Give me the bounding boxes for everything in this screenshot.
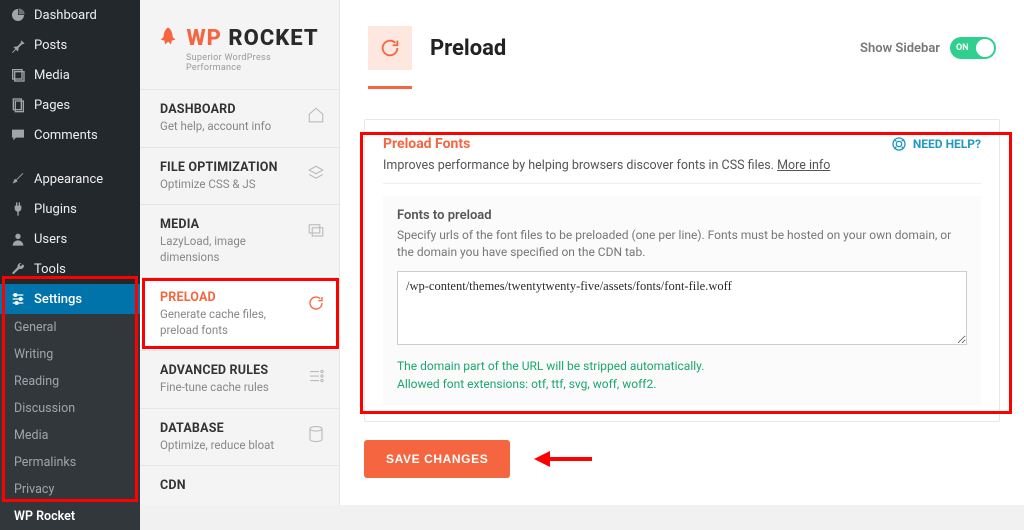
preload-fonts-card: Preload Fonts NEED HELP? Improves perfor… (364, 119, 1000, 422)
brush-icon (10, 171, 26, 187)
sub-title: Fonts to preload (397, 208, 967, 223)
options-icon (307, 367, 325, 385)
rnav-title: MEDIA (160, 217, 323, 232)
wrench-icon (10, 261, 26, 277)
rnav-file-optimization[interactable]: FILE OPTIMIZATION Optimize CSS & JS (140, 147, 339, 205)
more-info-link[interactable]: More info (777, 158, 830, 173)
rnav-cdn[interactable]: CDN (140, 465, 339, 497)
sidebar-label: Dashboard (34, 8, 97, 23)
sidebar-label: Posts (34, 38, 67, 53)
user-icon (10, 231, 26, 247)
fonts-to-preload-textarea[interactable] (397, 271, 967, 345)
pin-icon (10, 37, 26, 53)
rnav-title: DASHBOARD (160, 102, 323, 117)
sidebar-item-settings[interactable]: Settings (0, 284, 140, 314)
rnav-dashboard[interactable]: DASHBOARD Get help, account info (140, 89, 339, 147)
active-tab-underline-icon (368, 86, 412, 89)
rnav-desc: Fine-tune cache rules (160, 380, 300, 396)
show-sidebar-toggle[interactable]: ON (950, 37, 996, 59)
rnav-title: FILE OPTIMIZATION (160, 160, 323, 175)
logo-tagline: Superior WordPress Performance (186, 53, 321, 73)
page-icon (10, 97, 26, 113)
sidebar-label: Appearance (34, 172, 103, 187)
toggle-on-label: ON (956, 43, 969, 53)
rnav-media[interactable]: MEDIA LazyLoad, image dimensions (140, 204, 339, 277)
sub-media[interactable]: Media (0, 422, 140, 449)
sidebar-label: Tools (34, 262, 66, 277)
rnav-title: PRELOAD (160, 290, 323, 305)
intro-text: Improves performance by helping browsers… (383, 158, 777, 173)
media-icon (10, 67, 26, 83)
preload-icon (368, 26, 412, 70)
sidebar-item-plugins[interactable]: Plugins (0, 194, 140, 224)
rnav-desc: Get help, account info (160, 119, 300, 135)
rnav-desc: Generate cache files, preload fonts (160, 307, 300, 338)
sidebar-label: Comments (34, 128, 98, 143)
logo-wp: WP (186, 26, 221, 51)
wp-rocket-logo: WP ROCKET Superior WordPress Performance (140, 0, 339, 89)
page-header: Preload Show Sidebar ON (340, 0, 1024, 80)
sidebar-item-users[interactable]: Users (0, 224, 140, 254)
rnav-database[interactable]: DATABASE Optimize, reduce bloat (140, 408, 339, 466)
sub-permalinks[interactable]: Permalinks (0, 449, 140, 476)
settings-submenu: General Writing Reading Discussion Media… (0, 314, 140, 530)
sub-writing[interactable]: Writing (0, 341, 140, 368)
sub-general[interactable]: General (0, 314, 140, 341)
rnav-title: DATABASE (160, 421, 323, 436)
rnav-preload[interactable]: PRELOAD Generate cache files, preload fo… (140, 277, 339, 350)
sidebar-item-posts[interactable]: Posts (0, 30, 140, 60)
sidebar-label: Media (34, 68, 70, 83)
dashboard-icon (10, 7, 26, 23)
logo-rocket: ROCKET (228, 26, 318, 51)
sidebar-label: Plugins (34, 202, 77, 217)
database-icon (307, 425, 325, 443)
sidebar-item-dashboard[interactable]: Dashboard (0, 0, 140, 30)
sidebar-item-comments[interactable]: Comments (0, 120, 140, 150)
fonts-to-preload-group: Fonts to preload Specify urls of the fon… (383, 196, 981, 405)
toggle-knob-icon (976, 39, 994, 57)
sidebar-item-tools[interactable]: Tools (0, 254, 140, 284)
need-help-link[interactable]: NEED HELP? (891, 136, 981, 152)
hint-line-1: The domain part of the URL will be strip… (397, 357, 967, 375)
sub-desc: Specify urls of the font files to be pre… (397, 227, 967, 261)
main-panel: Preload Show Sidebar ON Preload Fonts NE… (340, 0, 1024, 505)
rnav-advanced-rules[interactable]: ADVANCED RULES Fine-tune cache rules (140, 350, 339, 408)
page-title: Preload (430, 36, 842, 61)
images-icon (307, 221, 325, 239)
sidebar-toggle: Show Sidebar ON (860, 37, 996, 59)
layers-icon (307, 164, 325, 182)
comment-icon (10, 127, 26, 143)
save-row: SAVE CHANGES (364, 440, 1000, 478)
plug-icon (10, 201, 26, 217)
card-title: Preload Fonts (383, 136, 470, 152)
sidebar-label: Users (34, 232, 67, 247)
sidebar-item-media[interactable]: Media (0, 60, 140, 90)
rnav-desc: LazyLoad, image dimensions (160, 234, 300, 265)
hint-line-2: Allowed font extensions: otf, ttf, svg, … (397, 375, 967, 393)
lifebuoy-icon (891, 136, 907, 152)
show-sidebar-label: Show Sidebar (860, 41, 940, 56)
wp-rocket-nav: WP ROCKET Superior WordPress Performance… (140, 0, 340, 505)
sub-reading[interactable]: Reading (0, 368, 140, 395)
sub-wp-rocket[interactable]: WP Rocket (0, 503, 140, 530)
sub-privacy[interactable]: Privacy (0, 476, 140, 503)
sidebar-item-pages[interactable]: Pages (0, 90, 140, 120)
sidebar-label: Pages (34, 98, 70, 113)
rnav-desc: Optimize CSS & JS (160, 177, 300, 193)
rnav-title: CDN (160, 478, 323, 493)
hints: The domain part of the URL will be strip… (397, 357, 967, 393)
card-intro: Improves performance by helping browsers… (383, 158, 981, 184)
rnav-title: ADVANCED RULES (160, 363, 323, 378)
need-help-text: NEED HELP? (913, 137, 981, 151)
wp-admin-sidebar: Dashboard Posts Media Pages Comments App… (0, 0, 140, 505)
refresh-icon (307, 294, 325, 312)
sidebar-item-appearance[interactable]: Appearance (0, 164, 140, 194)
home-icon (307, 106, 325, 124)
save-changes-button[interactable]: SAVE CHANGES (364, 440, 510, 478)
sliders-icon (10, 291, 26, 307)
sub-discussion[interactable]: Discussion (0, 395, 140, 422)
rnav-desc: Optimize, reduce bloat (160, 438, 300, 454)
sidebar-label: Settings (34, 292, 82, 307)
annotation-arrow-icon (534, 448, 594, 470)
